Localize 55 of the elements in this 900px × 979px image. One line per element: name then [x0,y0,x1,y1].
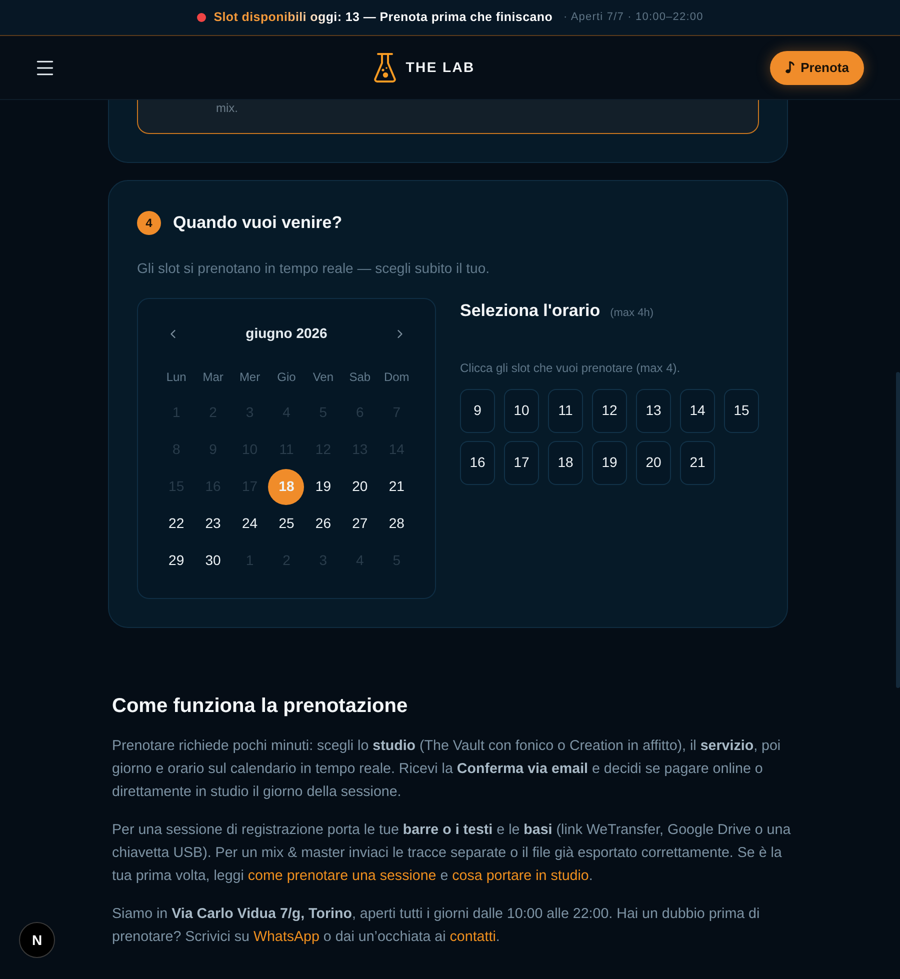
slot-instructions: Clicca gli slot che vuoi prenotare (max 4). [460,360,682,376]
brand-name: THE LAB [406,58,475,77]
weekday-label: Ven [312,368,335,384]
time-slot[interactable]: 16 [460,440,495,484]
paragraph: Prenotare richiede pochi minuti: scegli lo studio (The Vault con fonico o Creation in affitto), il servizio, poi giorno e orario sul calendario in tempo reale. Ricevi la Conferma via email e decidi se pagare online o direttamente in studio il giorno della sessione. [112,736,782,802]
time-slot[interactable]: 13 [636,388,671,432]
calendar-day[interactable]: 22 [158,506,194,542]
dev-tools-badge[interactable]: N [19,922,55,958]
book-button[interactable]: Prenota [770,50,864,84]
time-slot[interactable]: 18 [548,440,583,484]
calendar-day[interactable]: 30 [195,542,232,578]
time-slot[interactable]: 21 [680,440,715,484]
text-link[interactable]: cosa portare in studio [452,868,589,884]
calendar-day[interactable]: 23 [195,506,232,542]
text-link[interactable]: contatti [450,928,496,944]
weekday-label: Mar [202,368,224,384]
time-slot[interactable]: 17 [504,440,539,484]
weekday-label: Dom [382,368,410,384]
time-slot[interactable]: 10 [504,388,539,432]
calendar-day[interactable]: 26 [305,506,342,542]
music-note-icon [784,61,795,74]
weekday-label: Mer [238,368,262,384]
step-number: 4 [137,210,161,235]
calendar-day[interactable]: 29 [158,542,194,578]
calendar-day[interactable]: 25 [268,506,304,542]
weekday-label: Lun [165,368,188,384]
calendar-day[interactable]: 19 [305,468,342,504]
option-description: mix. [216,100,239,116]
paragraph: Per una sessione di registrazione porta le tue barre o i testi e le basi (link WeTransfer, Google Drive o una chiavetta USB). Per un mix & master inviaci le tracce separate o il file già esportato correttamente. Se è la tua prima volta, leggi come prenotare una sessione e cosa portare in studio. [112,820,792,886]
text-link[interactable]: come prenotare una sessione [248,868,436,884]
time-slot[interactable]: 9 [460,388,495,432]
paragraph: Siamo in Via Carlo Vidua 7/g, Torino, aperti tutti i giorni dalle 10:00 alle 22:00. Hai un dubbio prima di prenotare? Scrivici su WhatsApp o dai un’occhiata ai contatti. [112,904,761,946]
calendar-day[interactable]: 28 [378,506,415,542]
month-label: giugno 2026 [246,324,328,343]
max-hours-note: (max 4h) [610,306,654,320]
opening-hours: · Aperti 7/7 · 10:00–22:00 [564,10,704,26]
time-slot[interactable]: 12 [592,388,627,432]
time-section-title: Seleziona l'orario [460,300,600,322]
scrollbar-thumb[interactable] [896,372,900,688]
calendar-day[interactable]: 20 [342,468,378,504]
step-subtitle: Gli slot si prenotano in tempo reale — scegli subito il tuo. [137,258,491,278]
time-slot[interactable]: 14 [680,388,715,432]
calendar-day[interactable]: 24 [232,506,268,542]
time-slot[interactable]: 11 [548,388,583,432]
time-slot[interactable]: 15 [724,388,759,432]
time-slot[interactable]: 19 [592,440,627,484]
calendar-day[interactable]: 21 [378,468,415,504]
weekday-label: Sab [348,368,372,384]
step-title: Quando vuoi venire? [173,212,342,234]
weekday-label: Gio [276,368,297,384]
calendar-day[interactable]: 27 [342,506,378,542]
text-link[interactable]: WhatsApp [253,928,320,944]
flask-icon [372,52,397,83]
time-slot[interactable]: 20 [636,440,671,484]
section-title: Come funziona la prenotazione [112,694,409,718]
